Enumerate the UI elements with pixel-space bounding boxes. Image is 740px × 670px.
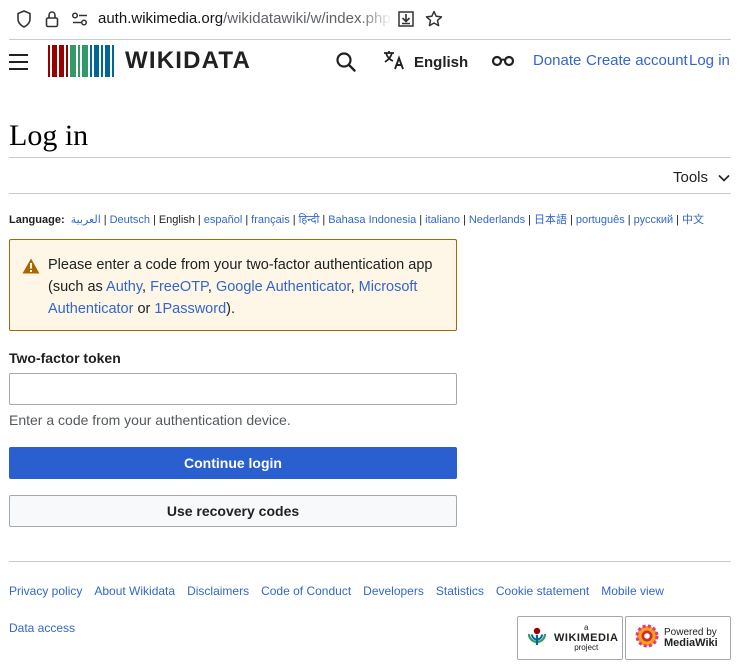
logo-wordmark: WIKIDATA bbox=[125, 47, 252, 74]
two-factor-token-input[interactable] bbox=[9, 373, 457, 405]
browser-url-bar: auth.wikimedia.org/wikidatawiki/w/index.… bbox=[0, 0, 740, 38]
1password-link[interactable]: 1Password bbox=[154, 301, 226, 317]
language-link[interactable]: 中文 bbox=[682, 214, 704, 226]
chevron-down-icon bbox=[718, 169, 730, 186]
continue-login-button[interactable]: Continue login bbox=[9, 447, 457, 479]
tools-divider bbox=[9, 193, 731, 194]
tools-menu-button[interactable]: Tools bbox=[673, 169, 730, 186]
shield-icon[interactable] bbox=[14, 9, 34, 29]
main-menu-icon[interactable] bbox=[9, 53, 29, 71]
language-prefix: Language: bbox=[9, 214, 65, 226]
about-wikidata-link[interactable]: About Wikidata bbox=[94, 584, 175, 598]
language-links: Language: العربية | Deutsch | English | españo… bbox=[9, 214, 704, 226]
developers-link[interactable]: Developers bbox=[363, 584, 424, 598]
two-factor-notice: Please enter a code from your two-factor… bbox=[9, 239, 457, 331]
authy-link[interactable]: Authy bbox=[106, 279, 142, 295]
cookie-statement-link[interactable]: Cookie statement bbox=[496, 584, 589, 598]
wikidata-logo[interactable]: WIKIDATA bbox=[48, 44, 251, 78]
reading-glasses-icon[interactable] bbox=[491, 53, 515, 69]
language-current: English bbox=[158, 214, 195, 226]
mediawiki-sunflower-icon bbox=[634, 623, 660, 654]
freeotp-link[interactable]: FreeOTP bbox=[150, 279, 208, 295]
lock-icon[interactable] bbox=[42, 9, 62, 29]
language-selector-button[interactable]: English bbox=[383, 50, 468, 75]
statistics-link[interactable]: Statistics bbox=[436, 584, 484, 598]
powered-by-mediawiki-badge[interactable]: Powered by MediaWiki bbox=[625, 616, 731, 660]
translate-icon bbox=[383, 50, 405, 75]
language-link[interactable]: español bbox=[204, 214, 243, 226]
footer-links-secondary: Data access bbox=[9, 621, 75, 635]
token-help-text: Enter a code from your authentication de… bbox=[9, 412, 291, 428]
language-link[interactable]: Bahasa Indonesia bbox=[328, 214, 416, 226]
language-link[interactable]: हिन्दी bbox=[299, 214, 320, 226]
google-authenticator-link[interactable]: Google Authenticator bbox=[216, 279, 351, 295]
notice-text: Please enter a code from your two-factor… bbox=[48, 257, 433, 317]
donate-link[interactable]: Donate bbox=[533, 52, 581, 69]
header-divider bbox=[9, 39, 731, 40]
wikimedia-logo-icon bbox=[526, 625, 548, 652]
language-link[interactable]: 日本語 bbox=[534, 214, 567, 226]
data-access-link[interactable]: Data access bbox=[9, 621, 75, 635]
footer-divider bbox=[9, 561, 731, 562]
mobile-view-link[interactable]: Mobile view bbox=[601, 584, 664, 598]
language-link[interactable]: italiano bbox=[425, 214, 460, 226]
download-icon[interactable] bbox=[396, 9, 416, 29]
language-link[interactable]: العربية bbox=[71, 214, 101, 226]
disclaimers-link[interactable]: Disclaimers bbox=[187, 584, 249, 598]
footer-links: Privacy policy About Wikidata Disclaimers C… bbox=[9, 584, 676, 598]
create-account-link[interactable]: Create account bbox=[586, 52, 688, 69]
language-link[interactable]: Deutsch bbox=[110, 214, 150, 226]
title-divider bbox=[9, 157, 731, 158]
site-permissions-icon[interactable] bbox=[70, 9, 90, 29]
code-of-conduct-link[interactable]: Code of Conduct bbox=[261, 584, 351, 598]
use-recovery-codes-button[interactable]: Use recovery codes bbox=[9, 495, 457, 527]
page-title: Log in bbox=[9, 119, 89, 152]
url-text[interactable]: auth.wikimedia.org/wikidatawiki/w/index.… bbox=[98, 10, 390, 27]
privacy-policy-link[interactable]: Privacy policy bbox=[9, 584, 82, 598]
bookmark-star-icon[interactable] bbox=[424, 9, 444, 29]
wikidata-barcode-icon bbox=[48, 45, 116, 77]
search-icon[interactable] bbox=[335, 51, 357, 73]
tools-label: Tools bbox=[673, 169, 709, 186]
language-link[interactable]: русский bbox=[634, 214, 673, 226]
login-link[interactable]: Log in bbox=[689, 52, 730, 69]
language-link[interactable]: Nederlands bbox=[469, 214, 525, 226]
wikimedia-project-badge[interactable]: a WIKIMEDIA project bbox=[517, 616, 623, 660]
language-label: English bbox=[414, 54, 469, 71]
two-factor-token-label: Two-factor token bbox=[9, 350, 121, 366]
language-link[interactable]: français bbox=[251, 214, 290, 226]
warning-icon bbox=[22, 258, 40, 274]
language-link[interactable]: português bbox=[576, 214, 625, 226]
